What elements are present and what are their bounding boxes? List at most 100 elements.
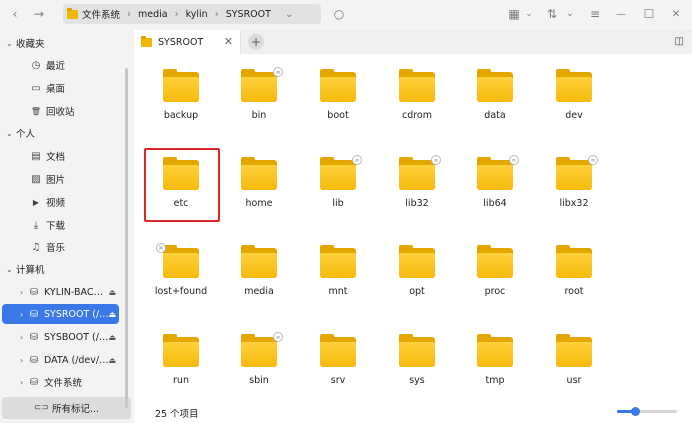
breadcrumb-item[interactable]: SYSROOT <box>226 9 271 20</box>
zoom-slider-thumb[interactable] <box>631 407 640 416</box>
file-item[interactable]: ∞ lib32 <box>381 142 453 222</box>
sidebar-item-recent[interactable]: ◷ 最近 <box>2 55 119 75</box>
sidebar-item-pictures[interactable]: ▨ 图片 <box>2 169 119 189</box>
chevron-right-icon[interactable]: › <box>20 356 23 365</box>
zoom-slider[interactable] <box>617 407 677 416</box>
folder-icon <box>163 334 199 367</box>
file-item[interactable]: backup <box>145 54 217 134</box>
close-icon[interactable]: ✕ <box>667 5 685 23</box>
eject-icon[interactable]: ⏏ <box>108 288 116 297</box>
eject-icon[interactable]: ⏏ <box>108 333 116 342</box>
file-name: lib32 <box>405 198 429 209</box>
file-name: libx32 <box>559 198 589 209</box>
file-item[interactable]: tmp <box>459 319 531 399</box>
sidebar-item-data[interactable]: › ⛁ DATA (/dev/… ⏏ <box>2 350 119 370</box>
tab-title: SYSROOT <box>158 36 204 48</box>
file-name: backup <box>163 110 199 121</box>
tab-sysroot[interactable]: SYSROOT ✕ <box>134 30 241 54</box>
eject-icon[interactable]: ⏏ <box>108 310 116 319</box>
file-name: cdrom <box>401 110 433 121</box>
close-icon[interactable]: ✕ <box>224 35 233 48</box>
file-item[interactable]: usr <box>538 319 610 399</box>
chevron-down-icon[interactable]: ⌄ <box>285 9 293 20</box>
file-item[interactable]: boot <box>302 54 374 134</box>
folder-icon: ∞ <box>477 155 519 190</box>
folder-icon <box>241 245 277 278</box>
link-badge-icon: ∞ <box>431 155 441 165</box>
section-label: 计算机 <box>16 265 45 276</box>
folder-icon <box>320 334 356 367</box>
file-item[interactable]: cdrom <box>381 54 453 134</box>
sidebar-scrollbar[interactable] <box>125 68 128 408</box>
chevron-down-icon[interactable]: ⌄ <box>561 5 579 23</box>
side-panel-icon[interactable]: ◫ <box>675 36 684 47</box>
file-item[interactable]: media <box>223 230 295 310</box>
forward-icon[interactable]: → <box>30 5 48 23</box>
file-item[interactable]: ∞ lib <box>302 142 374 222</box>
file-item[interactable]: sys <box>381 319 453 399</box>
minimize-icon[interactable]: — <box>612 5 630 23</box>
file-item[interactable]: run <box>145 319 217 399</box>
file-name: lib64 <box>483 198 507 209</box>
chevron-down-icon[interactable]: ⌄ <box>520 5 538 23</box>
file-item[interactable]: home <box>223 142 295 222</box>
sort-icon[interactable]: ⇅ <box>543 5 561 23</box>
link-badge-icon: ∞ <box>273 332 283 342</box>
file-item[interactable]: mnt <box>302 230 374 310</box>
file-item[interactable]: ∞ sbin <box>223 319 295 399</box>
sidebar-item-desktop[interactable]: ▭ 桌面 <box>2 78 119 98</box>
chevron-right-icon[interactable]: › <box>20 333 23 342</box>
file-item[interactable]: data <box>459 54 531 134</box>
main-pane: SYSROOT ✕ + ◫ backup ∞ bin boot cdrom data dev… <box>134 30 692 423</box>
file-name: dev <box>565 110 583 121</box>
file-item[interactable]: dev <box>538 54 610 134</box>
sidebar-section-computer[interactable]: ⌄ 计算机 <box>6 260 45 278</box>
file-item[interactable]: proc <box>459 230 531 310</box>
breadcrumb-item[interactable]: 文件系统 <box>67 7 120 21</box>
eject-icon[interactable]: ⏏ <box>108 356 116 365</box>
file-item[interactable]: ∞ bin <box>223 54 295 134</box>
sidebar-section-personal[interactable]: ⌄ 个人 <box>6 124 35 142</box>
link-badge-icon: ∞ <box>352 155 362 165</box>
maximize-icon[interactable]: ☐ <box>640 5 658 23</box>
breadcrumb-item[interactable]: kylin <box>186 9 208 20</box>
chevron-right-icon[interactable]: › <box>20 288 23 297</box>
sidebar-item-videos[interactable]: ▶ 视频 <box>2 192 119 212</box>
sidebar-item-filesystem[interactable]: › ⛁ 文件系统 <box>2 372 119 392</box>
sidebar-item-sysroot[interactable]: › ⛁ SYSROOT (/… ⏏ <box>2 304 119 324</box>
search-icon[interactable]: ○ <box>330 5 348 23</box>
drive-icon: ⛁ <box>29 354 39 366</box>
sidebar-item-sysboot[interactable]: › ⛁ SYSBOOT (/… ⏏ <box>2 327 119 347</box>
breadcrumb-item[interactable]: media <box>138 9 168 20</box>
sidebar-item-music[interactable]: ♫ 音乐 <box>2 237 119 257</box>
sidebar-item-documents[interactable]: ▤ 文档 <box>2 146 119 166</box>
file-name: boot <box>327 110 349 121</box>
folder-icon <box>399 334 435 367</box>
sidebar-item-label: SYSBOOT (/… <box>44 331 109 343</box>
breadcrumb-label: 文件系统 <box>82 10 121 21</box>
file-item[interactable]: srv <box>302 319 374 399</box>
sidebar-item-trash[interactable]: 🗑 回收站 <box>2 101 119 121</box>
folder-icon: ∞ <box>320 155 362 190</box>
clock-icon: ◷ <box>31 59 41 71</box>
folder-icon <box>477 334 513 367</box>
folder-icon <box>556 334 592 367</box>
chevron-right-icon[interactable]: › <box>20 378 23 387</box>
file-item[interactable]: root <box>538 230 610 310</box>
file-item[interactable]: ∞ libx32 <box>538 142 610 222</box>
sidebar-item-kylin-backup[interactable]: › ⛁ KYLIN-BAC… ⏏ <box>2 282 119 302</box>
file-name: proc <box>484 286 506 297</box>
menu-icon[interactable]: ≡ <box>586 5 604 23</box>
file-item[interactable]: ∞ lib64 <box>459 142 531 222</box>
file-item[interactable]: × lost+found <box>145 230 217 310</box>
add-tab-button[interactable]: + <box>248 34 264 50</box>
sidebar-section-favorites[interactable]: ⌄ 收藏夹 <box>6 34 45 52</box>
file-item[interactable]: opt <box>381 230 453 310</box>
chevron-right-icon[interactable]: › <box>20 310 23 319</box>
sidebar-item-downloads[interactable]: ⤓ 下载 <box>2 215 119 235</box>
all-tags-button[interactable]: ⊂⊃ 所有标记... <box>2 397 131 419</box>
chevron-down-icon: ⌄ <box>6 128 13 138</box>
back-icon[interactable]: ‹ <box>6 5 24 23</box>
sidebar-item-label: 回收站 <box>46 107 75 118</box>
section-label: 收藏夹 <box>16 39 45 50</box>
